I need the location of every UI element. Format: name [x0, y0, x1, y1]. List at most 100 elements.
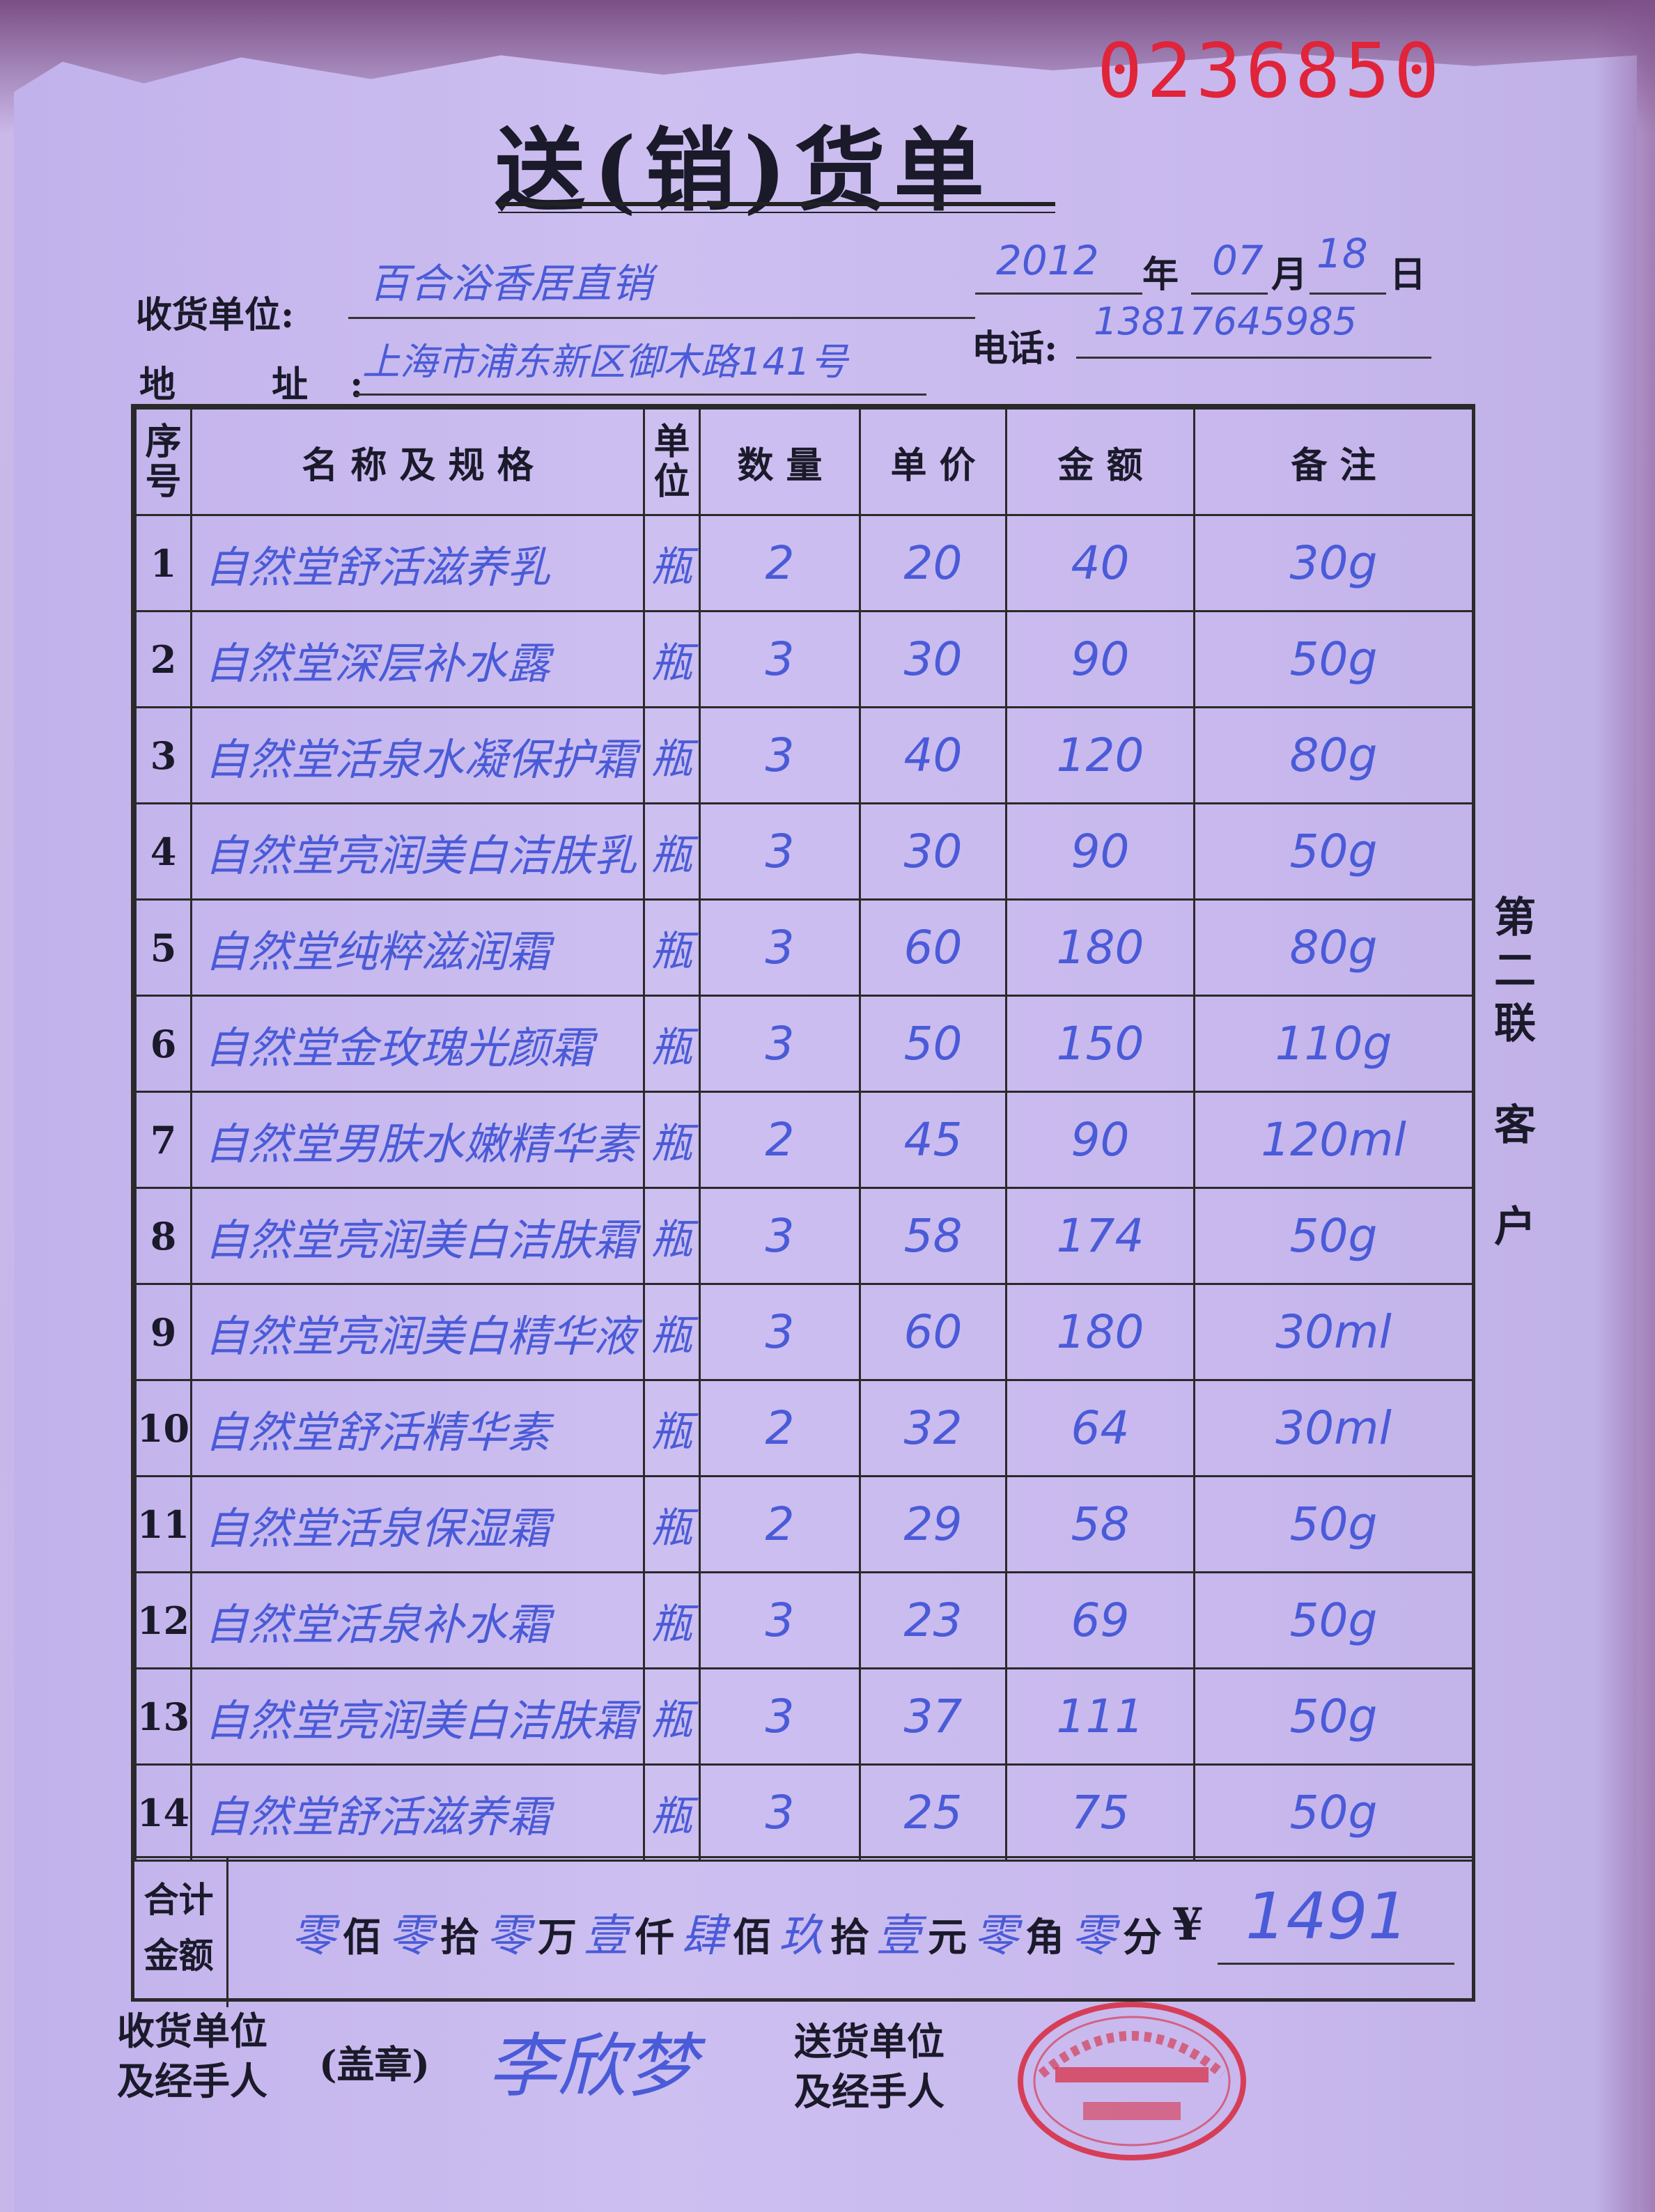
row-qty: 3	[699, 1283, 861, 1381]
row-amount: 180	[1005, 1283, 1195, 1381]
row-note: 80g	[1193, 706, 1474, 804]
row-unit: 瓶	[643, 1379, 701, 1477]
row-price: 37	[859, 1667, 1007, 1766]
copy-label-char-4: 客	[1494, 1101, 1536, 1150]
row-price: 30	[859, 610, 1007, 708]
row-name: 自然堂活泉水凝保护霜	[190, 706, 645, 804]
row-seq: 7	[134, 1091, 192, 1189]
row-name: 自然堂纯粹滋润霜	[190, 898, 645, 997]
phone-value: 13817645985	[1094, 299, 1357, 343]
row-amount: 90	[1005, 1091, 1195, 1189]
row-price: 45	[859, 1091, 1007, 1189]
row-qty: 3	[699, 610, 861, 708]
date-day: 18	[1316, 230, 1368, 277]
copy-label-char-2: 二	[1494, 947, 1536, 995]
row-name: 自然堂亮润美白精华液	[190, 1283, 645, 1381]
row-note: 50g	[1193, 1187, 1474, 1285]
row-note: 30ml	[1193, 1283, 1474, 1381]
row-seq: 10	[134, 1379, 192, 1477]
table-row: 13 自然堂亮润美白洁肤霜瓶 3 37 111 50g	[134, 1667, 1474, 1766]
row-price: 60	[859, 898, 1007, 997]
date-month: 07	[1212, 237, 1264, 284]
row-name: 自然堂金玫瑰光颜霜	[190, 995, 645, 1093]
row-unit: 瓶	[643, 706, 701, 804]
row-name: 自然堂舒活滋养乳	[190, 514, 645, 612]
row-unit: 瓶	[643, 802, 701, 901]
table-row: 3 自然堂活泉水凝保护霜瓶 3 40 120 80g	[134, 706, 1474, 804]
row-note: 50g	[1193, 1571, 1474, 1669]
header-seq: 序号	[134, 407, 192, 516]
row-amount: 69	[1005, 1571, 1195, 1669]
row-unit: 瓶	[643, 514, 701, 612]
title-underline-thin	[498, 212, 1055, 213]
address-value: 上海市浦东新区御木路141号	[362, 340, 848, 384]
table-row: 10 自然堂舒活精华素瓶 2 32 64 30ml	[134, 1379, 1474, 1477]
row-name: 自然堂舒活滋养霜	[190, 1763, 645, 1862]
header-note: 备 注	[1193, 407, 1474, 516]
row-unit: 瓶	[643, 1571, 701, 1669]
row-qty: 3	[699, 1763, 861, 1862]
row-unit: 瓶	[643, 995, 701, 1093]
row-price: 30	[859, 802, 1007, 901]
total-amount: 1491	[1245, 1879, 1409, 1954]
total-label-line2: 金额	[143, 1935, 214, 1976]
row-note: 120ml	[1193, 1091, 1474, 1189]
row-unit: 瓶	[643, 1283, 701, 1381]
row-qty: 3	[699, 802, 861, 901]
table-row: 11 自然堂活泉保湿霜瓶 2 29 58 50g	[134, 1475, 1474, 1573]
row-unit: 瓶	[643, 1763, 701, 1862]
total-amount-underline	[1218, 1963, 1454, 1965]
capital-digit: 肆	[681, 1910, 726, 1962]
capital-unit: 仟	[635, 1915, 674, 1961]
table-row: 2 自然堂深层补水露瓶 3 30 90 50g	[134, 610, 1474, 708]
capital-unit: 万	[538, 1915, 577, 1961]
row-seq: 1	[134, 514, 192, 612]
row-price: 25	[859, 1763, 1007, 1862]
row-amount: 111	[1005, 1667, 1195, 1766]
day-label: 日	[1390, 254, 1427, 296]
table-row: 1 自然堂舒活滋养乳瓶 2 20 40 30g	[134, 514, 1474, 612]
header-price: 单 价	[859, 407, 1007, 516]
capital-unit: 分	[1123, 1915, 1162, 1961]
stamp-note: (盖章)	[319, 2042, 430, 2087]
receiver-sign-line1: 收货单位	[117, 2009, 267, 2053]
sender-sign-label: 送货单位 及经手人	[794, 2016, 945, 2117]
row-amount: 40	[1005, 514, 1195, 612]
capital-digit: 零	[291, 1910, 336, 1962]
row-qty: 2	[699, 1475, 861, 1573]
capital-digit: 壹	[876, 1910, 921, 1962]
row-qty: 3	[699, 1667, 861, 1766]
row-name: 自然堂男肤水嫩精华素	[190, 1091, 645, 1189]
capital-digit: 零	[1071, 1910, 1116, 1962]
copy-label-char-1: 第	[1494, 894, 1536, 942]
date-year: 2012	[996, 237, 1099, 284]
items-table: 序号 名 称 及 规 格 单位 数 量 单 价 金 额 备 注 1 自然堂舒活滋养…	[131, 404, 1475, 2007]
table-row: 12 自然堂活泉补水霜瓶 3 23 69 50g	[134, 1571, 1474, 1669]
row-price: 60	[859, 1283, 1007, 1381]
row-price: 32	[859, 1379, 1007, 1477]
total-label-line1: 合计	[143, 1879, 214, 1920]
capital-digit: 零	[486, 1910, 531, 1962]
receiver-sign-line2: 及经手人	[117, 2059, 267, 2103]
row-name: 自然堂活泉保湿霜	[190, 1475, 645, 1573]
capital-unit: 拾	[830, 1915, 869, 1961]
sender-sign-line2: 及经手人	[794, 2069, 945, 2114]
capital-unit: 角	[1025, 1915, 1064, 1961]
row-note: 50g	[1193, 610, 1474, 708]
row-unit: 瓶	[643, 898, 701, 997]
copy-label-char-5: 户	[1494, 1203, 1536, 1252]
capital-digit: 玖	[779, 1910, 823, 1962]
row-note: 110g	[1193, 995, 1474, 1093]
items-grid: 序号 名 称 及 规 格 单位 数 量 单 价 金 额 备 注 1 自然堂舒活滋养…	[134, 407, 1474, 1862]
row-price: 50	[859, 995, 1007, 1093]
paper-edge-shadow	[1595, 0, 1655, 2212]
row-seq: 13	[134, 1667, 192, 1766]
capital-digit: 零	[389, 1910, 433, 1962]
row-qty: 3	[699, 1187, 861, 1285]
row-qty: 2	[699, 514, 861, 612]
row-note: 50g	[1193, 1667, 1474, 1766]
header-name: 名 称 及 规 格	[190, 407, 645, 516]
row-qty: 2	[699, 1379, 861, 1477]
total-label: 合计 金额	[131, 1858, 228, 2007]
header-unit: 单位	[643, 407, 701, 516]
